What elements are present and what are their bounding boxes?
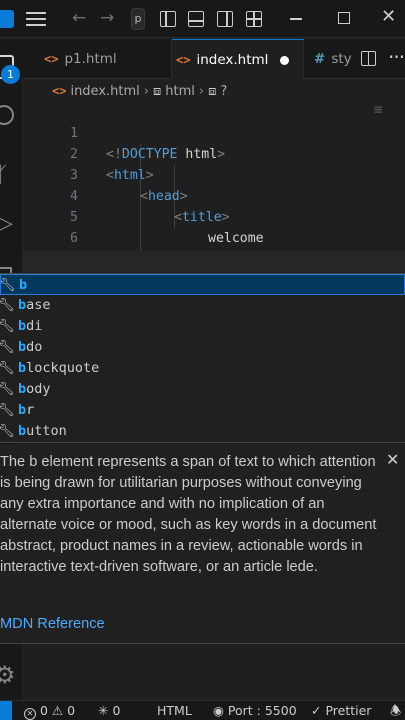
double-check-icon: ✓ (311, 703, 322, 718)
suggestion-label: button (18, 423, 67, 439)
more-actions-icon[interactable]: ··· (388, 45, 405, 69)
search-icon[interactable] (0, 105, 14, 125)
remote-indicator[interactable] (0, 701, 12, 720)
code-editor[interactable]: 1 <!DOCTYPE html> 2 <html> 3 <head> 4 <t… (22, 102, 405, 311)
chevron-right-icon: › (143, 84, 149, 99)
wrench-icon: 🔧︎ (0, 424, 15, 439)
element-icon: ⧈ (208, 84, 217, 99)
suggestion-item[interactable]: 🔧︎ blockquote (0, 358, 405, 379)
chevron-right-icon: › (198, 84, 205, 99)
language-mode[interactable]: HTML (157, 701, 192, 720)
wrench-icon: 🔧︎ (0, 278, 16, 293)
forward-arrow-icon[interactable]: → (100, 8, 114, 28)
minimap-sparkle-icon[interactable]: ≡ (374, 102, 382, 118)
wrench-icon: 🔧︎ (0, 298, 15, 313)
antenna-icon: ✳ (98, 703, 109, 718)
suggestion-details: ✕ The b element represents a span of tex… (0, 444, 405, 644)
vscode-logo-icon (0, 10, 14, 28)
formatter-label: Prettier (325, 703, 372, 718)
command-center-search[interactable]: p (131, 8, 145, 30)
tab-label: sty (331, 51, 352, 67)
toggle-primary-sidebar-icon[interactable] (160, 11, 176, 27)
prettier-status[interactable]: ✓ Prettier (311, 701, 371, 720)
wrench-icon: 🔧︎ (0, 382, 15, 397)
wrench-icon: 🔧︎ (0, 361, 15, 376)
tab-style-css[interactable]: # sty (304, 39, 364, 79)
suggestion-label: base (18, 297, 51, 313)
html-file-icon: <> (44, 52, 59, 66)
mdn-reference-link[interactable]: MDN Reference (0, 616, 105, 632)
suggestion-item[interactable]: 🔧︎ body (0, 379, 405, 400)
editor-tabs: <> p1.html <> index.html # sty ··· (22, 39, 405, 79)
port-label: Port : 5500 (227, 703, 297, 718)
breadcrumb: <> index.html › ⧈ html › ⧈? (52, 80, 405, 102)
suggestion-item[interactable]: 🔧︎ base (0, 295, 405, 316)
html-file-icon: <> (176, 53, 191, 67)
status-bar: ✕ 0 ⚠ 0 ✳ 0 HTML ◉ Port : 5500 ✓ Prettie… (0, 700, 405, 720)
explorer-badge: 1 (1, 65, 20, 84)
suggestion-item[interactable]: 🔧︎ bdo (0, 337, 405, 358)
maximize-window-icon[interactable] (338, 12, 350, 24)
ports-count: 0 (112, 703, 121, 718)
toggle-panel-icon[interactable] (188, 11, 204, 27)
css-file-icon: # (314, 51, 326, 67)
customize-layout-icon[interactable] (246, 11, 262, 27)
code-line[interactable]: 1 <!DOCTYPE html> (22, 102, 405, 162)
toggle-secondary-sidebar-icon[interactable] (217, 11, 233, 27)
minimize-window-icon[interactable] (290, 18, 302, 20)
ports-status[interactable]: ✳ 0 (98, 701, 120, 720)
error-icon: ✕ (24, 708, 36, 720)
gear-icon[interactable]: ⚙ (0, 661, 16, 689)
breadcrumb-unknown[interactable]: ? (220, 84, 227, 99)
code-line[interactable]: 7 </head> (22, 228, 405, 288)
title-bar: ← → p ✕ (0, 0, 405, 38)
details-description: The b element represents a span of text … (0, 454, 377, 575)
wrench-icon: 🔧︎ (0, 403, 15, 418)
suggestion-label: b (19, 277, 28, 293)
error-count: 0 (39, 703, 48, 718)
code-line[interactable]: 6 </title> (22, 207, 405, 267)
suggestion-item[interactable]: 🔧︎ br (0, 400, 405, 421)
back-arrow-icon[interactable]: ← (72, 8, 86, 28)
bell-icon[interactable]: 🕭︎ (390, 701, 401, 720)
suggestion-label: br (18, 402, 35, 418)
code-line-current[interactable]: 8 <b (22, 251, 405, 311)
live-server-port[interactable]: ◉ Port : 5500 (213, 701, 297, 720)
wrench-icon: 🔧︎ (0, 319, 15, 334)
warning-icon: ⚠ (51, 703, 64, 718)
code-line[interactable]: 4 <title> (22, 165, 405, 225)
problems-status[interactable]: ✕ 0 ⚠ 0 (24, 701, 75, 720)
code-line[interactable]: 3 <head> (22, 144, 405, 204)
tab-index-html[interactable]: <> index.html (172, 39, 304, 79)
wrench-icon: 🔧︎ (0, 340, 15, 355)
code-line[interactable]: 2 <html> (22, 123, 405, 183)
source-control-icon[interactable]: ᛉ (0, 163, 7, 188)
split-editor-icon[interactable] (361, 51, 376, 66)
suggestion-label: body (18, 381, 51, 397)
suggestion-label: blockquote (18, 360, 100, 376)
run-debug-icon[interactable]: ▷ (0, 211, 13, 236)
menu-icon[interactable] (26, 12, 46, 26)
code-line[interactable]: 5 welcome (22, 186, 405, 246)
unsaved-dot-icon[interactable] (280, 55, 290, 65)
breadcrumb-file[interactable]: index.html (70, 84, 139, 99)
breadcrumb-html[interactable]: html (165, 84, 195, 99)
suggestion-list: 🔧︎ b 🔧︎ base 🔧︎ bdi 🔧︎ bdo 🔧︎ blockquote… (0, 273, 405, 443)
tab-label: index.html (196, 52, 269, 68)
element-icon: ⧈ (152, 84, 162, 99)
html-file-icon: <> (52, 84, 67, 98)
tab-p1-html[interactable]: <> p1.html (22, 39, 172, 79)
tab-label: p1.html (64, 51, 117, 67)
suggestion-item[interactable]: 🔧︎ button (0, 421, 405, 442)
warning-count: 0 (67, 703, 76, 718)
close-icon[interactable]: ✕ (386, 450, 399, 469)
close-window-icon[interactable]: ✕ (381, 6, 396, 27)
broadcast-icon: ◉ (213, 703, 224, 718)
suggestion-item[interactable]: 🔧︎ b (0, 274, 405, 295)
suggestion-item[interactable]: 🔧︎ bdi (0, 316, 405, 337)
suggestion-label: bdo (18, 339, 43, 355)
suggestion-label: bdi (18, 318, 43, 334)
